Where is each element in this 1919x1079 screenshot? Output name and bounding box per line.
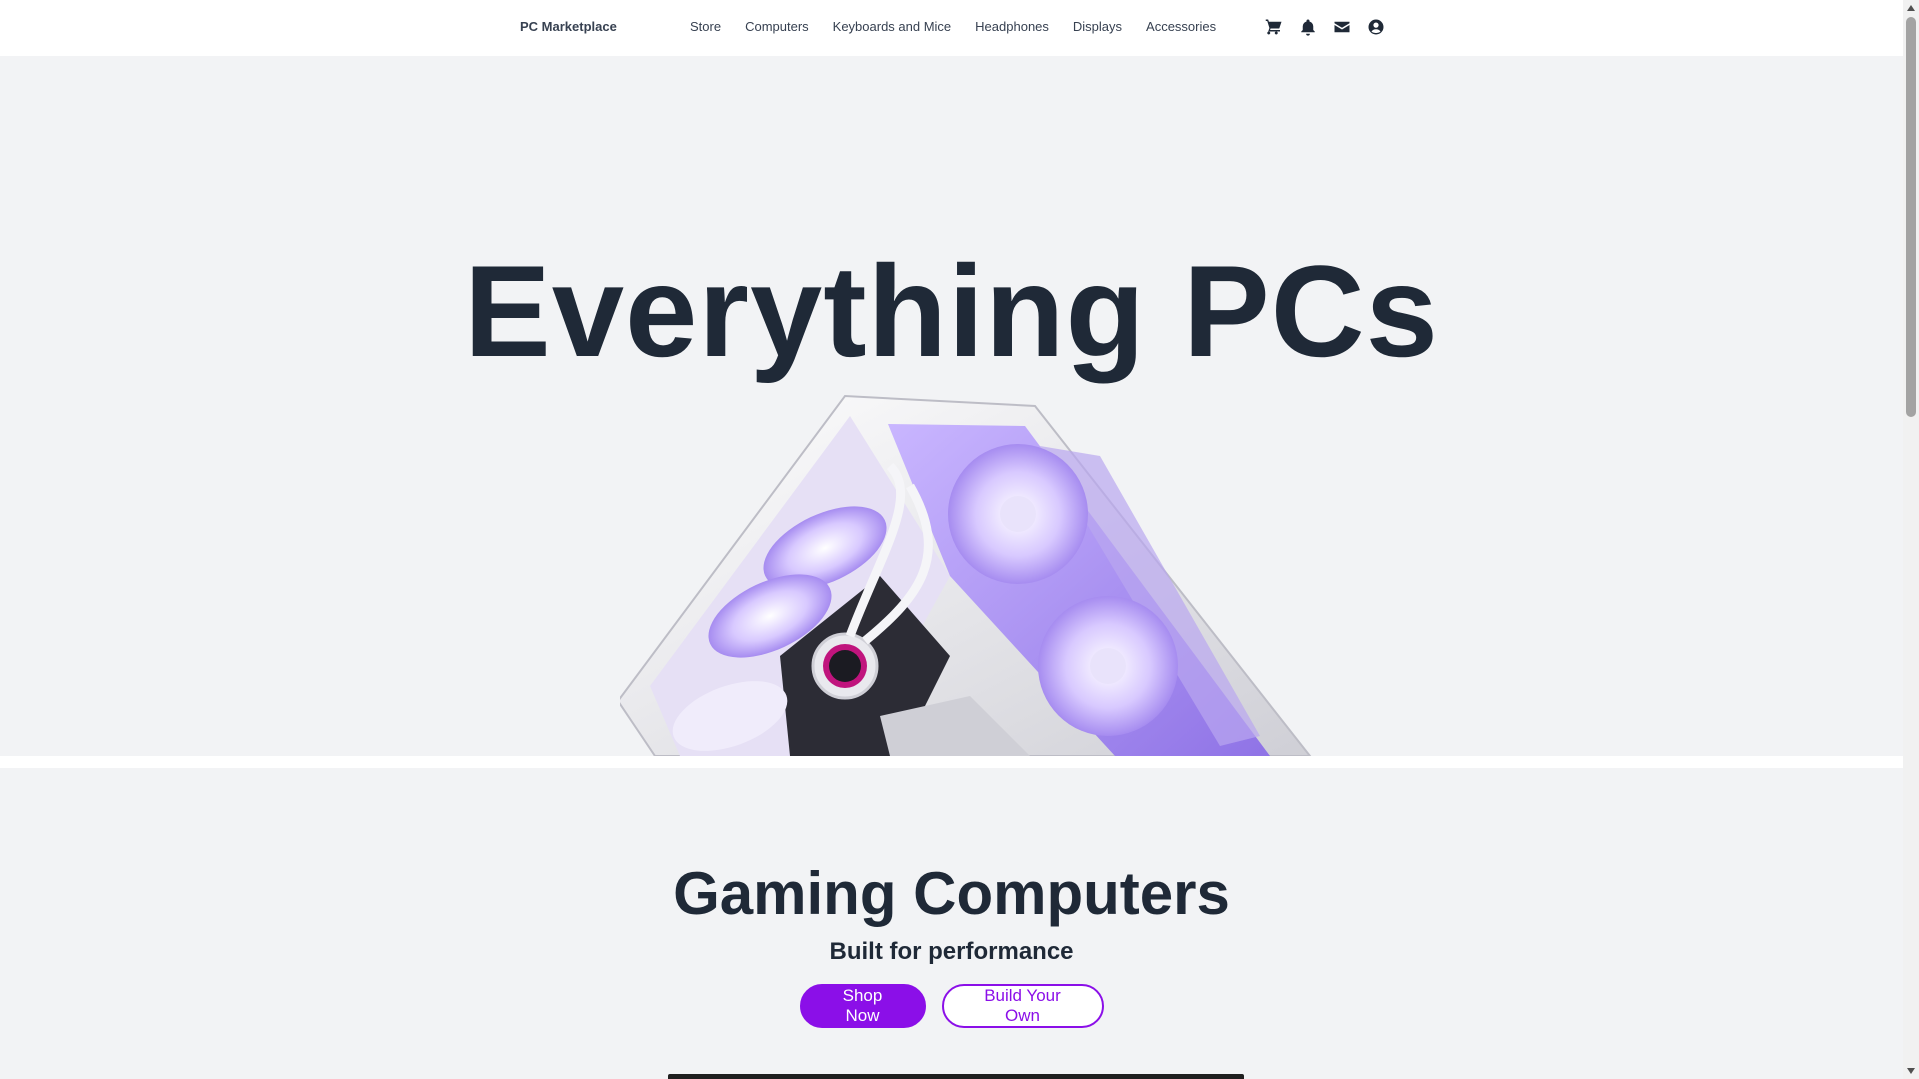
- cta-buttons: Shop Now Build Your Own: [0, 984, 1903, 1028]
- section-divider: [0, 756, 1903, 768]
- scroll-down-arrow-icon[interactable]: [1903, 1063, 1919, 1079]
- user-circle-icon[interactable]: [1366, 16, 1386, 38]
- scroll-up-arrow-icon[interactable]: [1903, 0, 1919, 16]
- hero-pc-case-image: [620, 394, 1312, 756]
- cart-icon[interactable]: [1264, 16, 1284, 38]
- nav-link-headphones[interactable]: Headphones: [975, 19, 1049, 34]
- page: PC Marketplace Store Computers Keyboards…: [0, 0, 1903, 1079]
- envelope-icon[interactable]: [1332, 16, 1352, 38]
- product-image-top-edge: [668, 1074, 1244, 1079]
- bell-icon[interactable]: [1298, 16, 1318, 38]
- shop-now-button[interactable]: Shop Now: [799, 984, 926, 1028]
- section-subtitle: Built for performance: [829, 938, 1074, 965]
- nav-link-keyboards-and-mice[interactable]: Keyboards and Mice: [833, 19, 952, 34]
- gaming-computers-section: Gaming Computers Built for performance S…: [0, 768, 1903, 1079]
- page-scrollbar[interactable]: [1903, 0, 1919, 1079]
- brand-logo[interactable]: PC Marketplace: [520, 19, 617, 34]
- nav-link-computers[interactable]: Computers: [745, 19, 809, 34]
- build-your-own-button[interactable]: Build Your Own: [941, 984, 1104, 1028]
- nav-link-displays[interactable]: Displays: [1073, 19, 1122, 34]
- nav-link-accessories[interactable]: Accessories: [1146, 19, 1216, 34]
- hero-section: Everything PCs: [0, 56, 1903, 756]
- scrollbar-thumb[interactable]: [1906, 17, 1916, 417]
- nav-link-store[interactable]: Store: [690, 19, 721, 34]
- nav-icons: [1264, 16, 1386, 38]
- top-nav: PC Marketplace Store Computers Keyboards…: [0, 0, 1903, 57]
- nav-menu: Store Computers Keyboards and Mice Headp…: [690, 19, 1240, 34]
- section-title: Gaming Computers: [673, 860, 1230, 927]
